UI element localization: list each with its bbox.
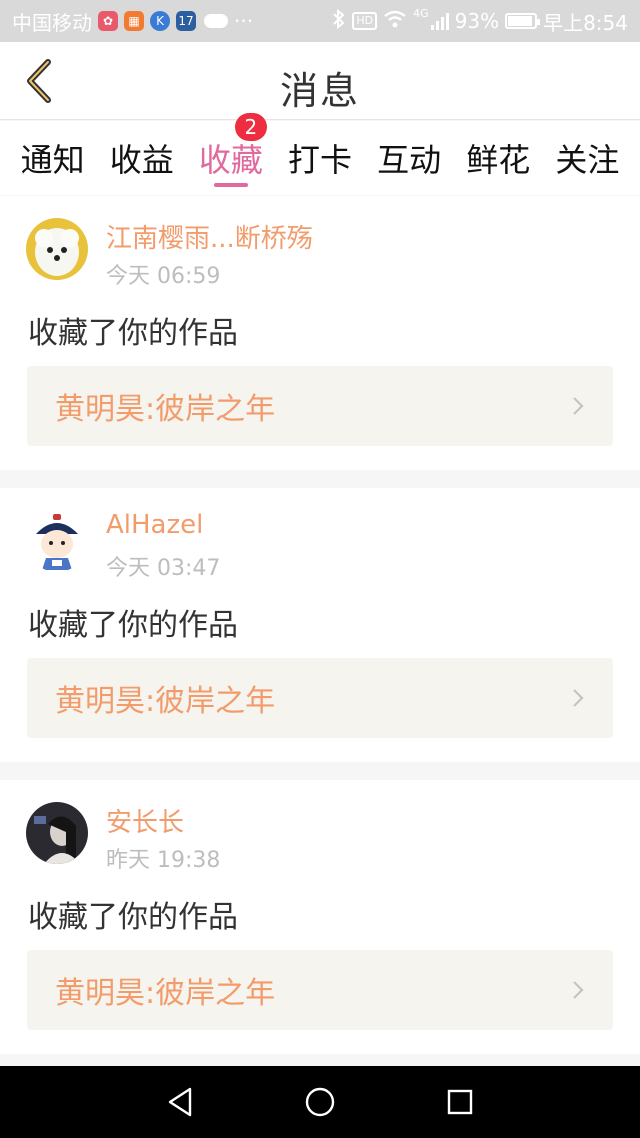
timestamp: 昨天 19:38 — [106, 848, 221, 873]
tab-label: 收益 — [109, 141, 174, 179]
bluetooth-icon — [332, 8, 346, 34]
work-title: 黄明昊:彼岸之年 — [55, 392, 276, 427]
tab-label: 收藏 — [198, 141, 263, 179]
chevron-right-icon — [573, 397, 584, 415]
tab-flowers[interactable]: 鲜花 — [466, 121, 530, 195]
username[interactable]: 江南樱雨...断桥殇 — [106, 218, 313, 255]
wifi-icon — [383, 9, 407, 33]
app-icon-4: 17 — [176, 11, 196, 31]
active-tab-indicator — [213, 183, 248, 187]
clock: 早上8:54 — [543, 10, 628, 35]
system-nav-bar — [0, 1066, 640, 1138]
work-title: 黄明昊:彼岸之年 — [55, 976, 276, 1011]
message-card: 安长长 昨天 19:38 收藏了你的作品 黄明昊:彼岸之年 — [0, 780, 640, 1054]
nav-recents-button[interactable] — [430, 1072, 490, 1132]
tab-interactions[interactable]: 互动 — [377, 121, 441, 195]
app-icon-1: ✿ — [98, 11, 118, 31]
signal-icon — [430, 12, 449, 30]
page-title: 消息 — [279, 69, 360, 113]
tab-notifications[interactable]: 通知 — [21, 121, 85, 195]
nav-recents-icon — [447, 1089, 473, 1115]
tab-label: 通知 — [20, 141, 85, 179]
work-link[interactable]: 黄明昊:彼岸之年 — [27, 366, 613, 446]
chevron-right-icon — [573, 981, 584, 999]
app-icon-2: ▦ — [124, 11, 144, 31]
nav-back-button[interactable] — [150, 1072, 210, 1132]
tab-follows[interactable]: 关注 — [555, 121, 619, 195]
nav-back-icon — [168, 1087, 192, 1117]
chevron-right-icon — [573, 689, 584, 707]
battery-fill — [508, 16, 533, 26]
cloud-icon — [204, 14, 228, 28]
work-link[interactable]: 黄明昊:彼岸之年 — [27, 950, 613, 1030]
cartoon-avatar[interactable] — [26, 510, 88, 572]
tab-favorites[interactable]: 收藏 2 — [198, 113, 267, 195]
action-text: 收藏了你的作品 — [28, 608, 238, 643]
tab-label: 打卡 — [287, 141, 352, 179]
timestamp: 今天 06:59 — [106, 264, 221, 289]
status-bar: 中国移动 ✿ ▦ K 17 ··· HD 4G 93% 早上8:54 — [0, 0, 640, 42]
more-dots: ··· — [234, 9, 254, 33]
dark-photo-avatar[interactable] — [26, 802, 88, 864]
tab-label: 鲜花 — [466, 141, 531, 179]
message-card: AlHazel 今天 03:47 收藏了你的作品 黄明昊:彼岸之年 — [0, 488, 640, 762]
action-text: 收藏了你的作品 — [28, 316, 238, 351]
battery-icon — [505, 13, 541, 29]
tab-checkin[interactable]: 打卡 — [288, 121, 352, 195]
nav-home-button[interactable] — [290, 1072, 350, 1132]
tab-bar: 通知 收益 收藏 2 打卡 互动 鲜花 关注 — [0, 113, 640, 195]
message-card: 江南樱雨...断桥殇 今天 06:59 收藏了你的作品 黄明昊:彼岸之年 — [0, 196, 640, 470]
nav-home-icon — [305, 1087, 335, 1117]
white-dog-avatar[interactable] — [26, 218, 88, 280]
tab-label: 关注 — [555, 141, 620, 179]
work-link[interactable]: 黄明昊:彼岸之年 — [27, 658, 613, 738]
hd-badge: HD — [352, 12, 378, 30]
work-title: 黄明昊:彼岸之年 — [55, 684, 276, 719]
battery-percent: 93% — [454, 9, 500, 33]
app-icon-3: K — [150, 11, 170, 31]
unread-badge: 2 — [234, 113, 267, 141]
username[interactable]: 安长长 — [106, 802, 184, 839]
username[interactable]: AlHazel — [106, 510, 203, 540]
carrier-label: 中国移动 — [12, 10, 92, 35]
app-header: 消息 — [0, 42, 640, 120]
tab-earnings[interactable]: 收益 — [110, 121, 174, 195]
timestamp: 今天 03:47 — [106, 556, 221, 581]
tab-label: 互动 — [377, 141, 442, 179]
network-label: 4G — [413, 6, 429, 20]
action-text: 收藏了你的作品 — [28, 900, 238, 935]
